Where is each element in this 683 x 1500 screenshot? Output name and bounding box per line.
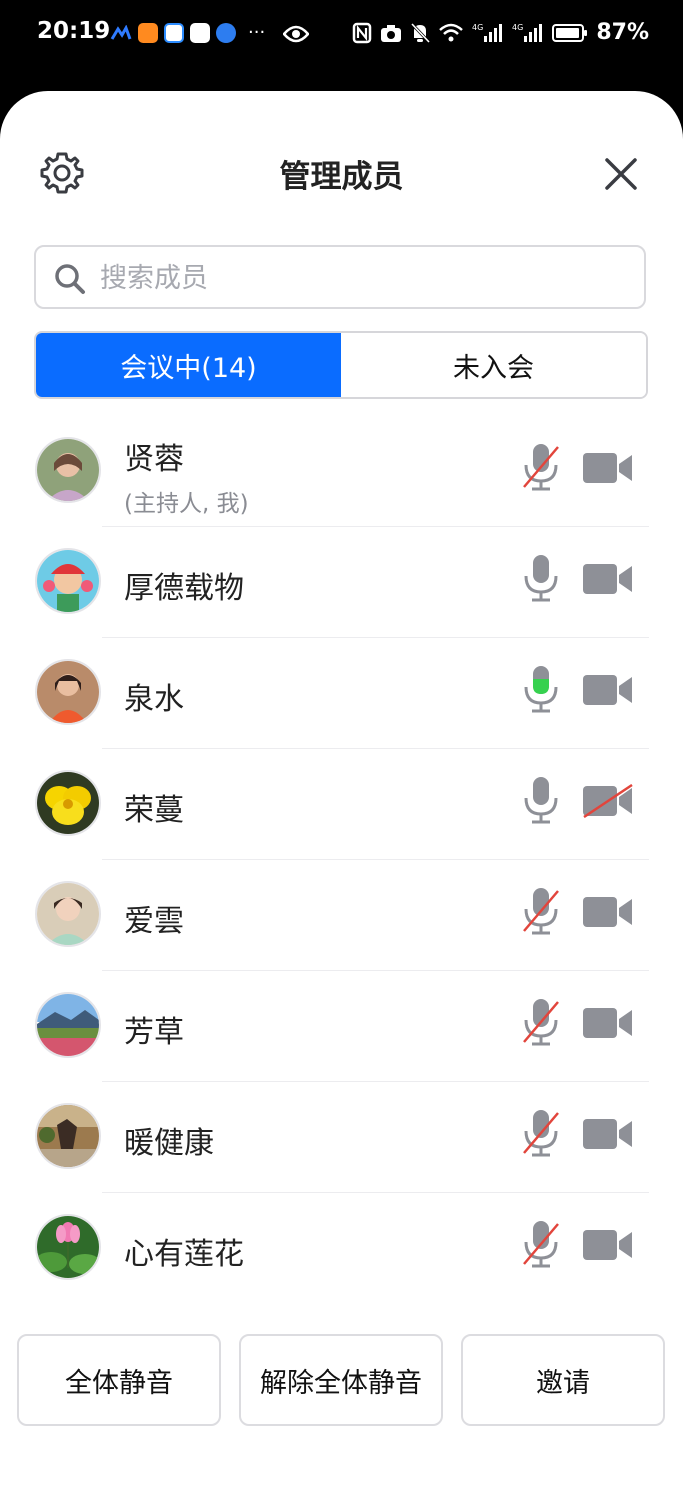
member-row[interactable]: 心有莲花 [0, 1193, 683, 1304]
more-notifications-icon: ··· [248, 22, 266, 43]
camera-icon[interactable] [582, 895, 634, 929]
nfc-icon [353, 22, 372, 43]
search-input[interactable] [98, 257, 622, 299]
member-row[interactable]: 暖健康 [0, 1082, 683, 1193]
mail-app-icon [190, 22, 210, 43]
search-icon [55, 264, 85, 294]
member-row[interactable]: 荣蔓 [0, 749, 683, 860]
camera-disabled-icon[interactable] [582, 784, 634, 818]
camera-icon[interactable] [582, 451, 634, 485]
member-name: 爱雲 [124, 904, 184, 939]
avatar [35, 992, 101, 1058]
camera-icon[interactable] [582, 1228, 634, 1262]
tab-not-joined[interactable]: 未入会 [341, 333, 646, 397]
avatar [35, 437, 101, 503]
avatar [35, 770, 101, 836]
page-title: 管理成员 [279, 159, 404, 195]
system-status-icons: 4G 4G 87% [352, 20, 649, 45]
avatar [35, 1103, 101, 1169]
close-icon[interactable] [602, 155, 640, 193]
manage-members-sheet: 管理成员 会议中(14) 未入会 贤蓉 (主持人, 我) [0, 91, 683, 1500]
search-box[interactable] [34, 245, 646, 309]
member-row[interactable]: 厚德载物 [0, 527, 683, 638]
unmute-all-button[interactable]: 解除全体静音 [239, 1334, 443, 1426]
member-name: 贤蓉 [124, 442, 184, 477]
invite-button[interactable]: 邀请 [461, 1334, 665, 1426]
avatar [35, 548, 101, 614]
mic-muted-icon[interactable] [520, 1218, 562, 1270]
browser-app-icon [216, 22, 236, 43]
member-row[interactable]: 泉水 [0, 638, 683, 749]
member-name: 泉水 [124, 682, 184, 717]
camera-status-icon [381, 24, 402, 42]
mic-speaking-icon[interactable] [520, 663, 562, 715]
signal-icon-2: 4G [512, 23, 543, 42]
status-time: 20:19 [37, 18, 111, 44]
battery-percent: 87% [596, 20, 649, 45]
mic-muted-icon[interactable] [520, 885, 562, 937]
avatar [35, 659, 101, 725]
network-label-2: 4G [512, 23, 523, 32]
member-name: 厚德载物 [124, 571, 244, 606]
avatar [35, 881, 101, 947]
tab-in-meeting[interactable]: 会议中(14) [36, 333, 341, 397]
member-role: (主持人, 我) [124, 491, 249, 517]
battery-icon [552, 23, 588, 42]
signal-icon-1: 4G [472, 23, 503, 42]
status-bar: 20:19 ··· 4G 4G 87% [0, 0, 683, 70]
bell-off-icon [411, 22, 431, 43]
chat-app-icon [164, 22, 184, 43]
member-tabs: 会议中(14) 未入会 [34, 331, 648, 399]
mic-muted-icon[interactable] [520, 996, 562, 1048]
camera-icon[interactable] [582, 1117, 634, 1151]
member-row[interactable]: 贤蓉 (主持人, 我) [0, 416, 683, 527]
network-label-1: 4G [472, 23, 483, 32]
wifi-icon [439, 23, 464, 41]
eye-icon [283, 25, 309, 43]
notification-icons: ··· [110, 22, 265, 43]
member-row[interactable]: 芳草 [0, 971, 683, 1082]
app-notification-icon [110, 24, 132, 40]
member-name: 心有莲花 [124, 1237, 244, 1272]
member-name: 暖健康 [124, 1126, 214, 1161]
member-name: 荣蔓 [124, 793, 184, 828]
mic-muted-icon[interactable] [520, 1107, 562, 1159]
mic-icon[interactable] [520, 552, 562, 604]
member-row[interactable]: 爱雲 [0, 860, 683, 971]
action-bar: 全体静音 解除全体静音 邀请 [0, 1334, 683, 1426]
video-app-icon [138, 22, 158, 43]
mic-icon[interactable] [520, 774, 562, 826]
camera-icon[interactable] [582, 673, 634, 707]
mute-all-button[interactable]: 全体静音 [17, 1334, 221, 1426]
camera-icon[interactable] [582, 562, 634, 596]
member-list: 贤蓉 (主持人, 我) 厚德载物 泉水 荣蔓 爱雲 芳草 暖健康 心有莲花 [0, 416, 683, 1304]
camera-icon[interactable] [582, 1006, 634, 1040]
avatar [35, 1214, 101, 1280]
mic-muted-icon[interactable] [520, 441, 562, 493]
member-name: 芳草 [124, 1015, 184, 1050]
